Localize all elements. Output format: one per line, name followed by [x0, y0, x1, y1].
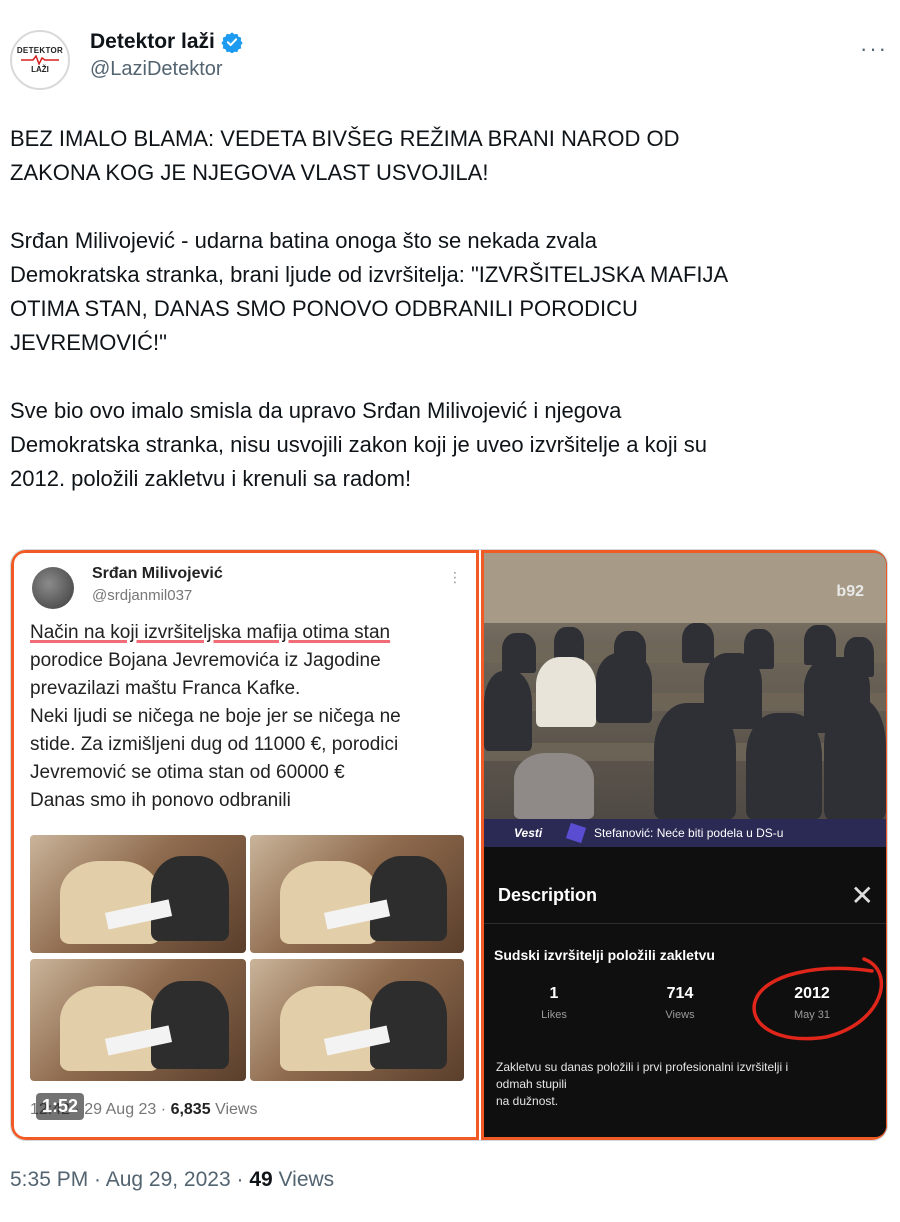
ticker-text: Stefanović: Neće biti podela u DS-u [594, 826, 784, 840]
heartbeat-icon [21, 55, 59, 65]
ticker-brand: Vesti [514, 826, 543, 840]
video-title: Sudski izvršitelji položili zakletvu [494, 947, 715, 963]
tweet-line: Sve bio ovo imalo smisla da upravo Srđan… [10, 398, 622, 423]
description-title: Description [498, 885, 598, 905]
avatar-text-bottom: LAŽI [31, 65, 49, 74]
author-name-text: Detektor laži [90, 30, 215, 53]
embedded-line: stide. Za izmišljeni dug od 11000 €, por… [30, 734, 399, 755]
stat-value: 714 [666, 985, 694, 1002]
close-icon: ✕ [850, 880, 874, 911]
description-panel: Description ✕ Sudski izvršitelji položil… [484, 847, 886, 1137]
tweet-line: Demokratska stranka, nisu usvojili zakon… [10, 432, 707, 457]
avatar[interactable]: DETEKTOR LAŽI [10, 30, 70, 90]
tweet-line: OTIMA STAN, DANAS SMO PONOVO ODBRANILI P… [10, 296, 638, 321]
author-display-name[interactable]: Detektor laži [90, 30, 243, 54]
embedded-photo [30, 835, 246, 953]
news-ticker: Vesti Stefanović: Neće biti podela u DS-… [484, 819, 886, 847]
avatar-text-top: DETEKTOR [16, 46, 64, 55]
tweet-line: 2012. položili zakletvu i krenuli sa rad… [10, 466, 412, 491]
verified-badge-icon [221, 32, 243, 53]
tweet-line: Srđan Milivojević - udarna batina onoga … [10, 228, 598, 253]
tweet-line: BEZ IMALO BLAMA: VEDETA BIVŠEG REŽIMA BR… [10, 126, 680, 151]
description-line: na dužnost. [496, 1094, 559, 1108]
tweet-line: Demokratska stranka, brani ljude od izvr… [10, 262, 729, 287]
embedded-line: Neki ljudi se ničega ne boje jer se niče… [30, 706, 401, 727]
description-line: odmah stupili [496, 1077, 567, 1091]
embedded-views-label: Views [215, 1101, 258, 1118]
tweet-header: DETEKTOR LAŽI Detektor laži @LaziDetekto… [10, 30, 890, 90]
embedded-line: porodice Bojana Jevremovića iz Jagodine [30, 650, 381, 671]
divider [484, 923, 886, 924]
author-block: Detektor laži @LaziDetektor [90, 30, 243, 81]
ticker-logo-icon [565, 822, 587, 844]
embedded-tweet-screenshot: Srđan Milivojević @srdjanmil037 ⋮ Način … [11, 550, 479, 1140]
red-circle-annotation [752, 957, 884, 1041]
tweet-media[interactable]: Srđan Milivojević @srdjanmil037 ⋮ Način … [10, 549, 888, 1141]
embedded-author-handle: @srdjanmil037 [92, 587, 193, 604]
embedded-photo [250, 959, 464, 1081]
embedded-line: Danas smo ih ponovo odbranili [30, 790, 291, 811]
stat-value: 1 [549, 985, 559, 1002]
stat-label: Views [665, 1009, 695, 1021]
embedded-line: prevazilazi maštu Franca Kafke. [30, 678, 301, 699]
author-handle[interactable]: @LaziDetektor [90, 58, 243, 81]
embedded-author-name: Srđan Milivojević [92, 565, 223, 582]
embedded-photo [250, 835, 464, 953]
video-frame: b92 [484, 553, 886, 819]
embedded-tweet-text: Način na koji izvršiteljska mafija otima… [30, 619, 470, 815]
tweet-timestamp: 5:35 PM · Aug 29, 2023 · 49 Views [10, 1168, 334, 1192]
description-body: Zakletvu su danas položili i prvi profes… [496, 1059, 866, 1110]
tweet-line: ZAKONA KOG JE NJEGOVA VLAST USVOJILA! [10, 160, 489, 185]
description-line: Zakletvu su danas položili i prvi profes… [496, 1060, 789, 1074]
views-label: Views [278, 1168, 335, 1191]
stat-label: Likes [541, 1009, 567, 1021]
embedded-line-highlighted: Način na koji izvršiteljska mafija otima… [30, 622, 391, 643]
more-options-icon[interactable]: ··· [860, 36, 888, 62]
stat-views: 714 Views [620, 985, 740, 1021]
video-duration-badge: 1:52 [36, 1093, 85, 1120]
stat-likes: 1 Likes [494, 985, 614, 1021]
embedded-views-count: 6,835 [170, 1101, 211, 1118]
views-count: 49 [249, 1168, 273, 1191]
embedded-line: Jevremović se otima stan od 60000 € [30, 762, 345, 783]
channel-logo: b92 [836, 583, 864, 600]
video-screenshot: b92 Vesti Stefanović: Neće biti podela u… [481, 550, 887, 1140]
embedded-more-icon: ⋮ [448, 569, 462, 585]
tweet-text: BEZ IMALO BLAMA: VEDETA BIVŠEG REŽIMA BR… [10, 122, 890, 496]
time-date-link[interactable]: 5:35 PM · Aug 29, 2023 · [10, 1168, 243, 1191]
tweet-line: JEVREMOVIĆ!" [10, 330, 167, 355]
embedded-photo [30, 959, 246, 1081]
embedded-avatar [32, 567, 74, 609]
